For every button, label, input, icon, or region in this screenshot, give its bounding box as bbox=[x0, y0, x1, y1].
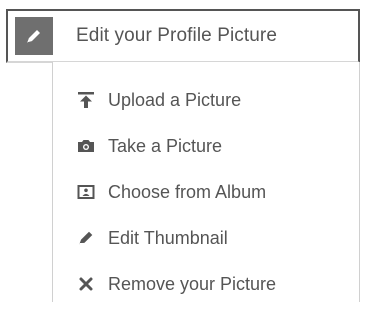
close-icon bbox=[77, 275, 95, 293]
profile-picture-widget: Edit your Profile Picture Upload a Pictu… bbox=[0, 0, 366, 317]
camera-icon bbox=[77, 137, 95, 155]
album-icon bbox=[77, 183, 95, 201]
menu-item-label: Edit Thumbnail bbox=[108, 227, 228, 248]
menu-item-upload-picture[interactable]: Upload a Picture bbox=[53, 78, 359, 122]
menu-item-choose-album[interactable]: Choose from Album bbox=[53, 170, 359, 214]
menu-item-take-picture[interactable]: Take a Picture bbox=[53, 124, 359, 168]
menu-item-label: Take a Picture bbox=[108, 135, 223, 156]
upload-icon bbox=[77, 91, 95, 109]
menu-item-label: Choose from Album bbox=[108, 181, 267, 202]
menu-item-label: Upload a Picture bbox=[108, 89, 242, 110]
edit-profile-picture-label: Edit your Profile Picture bbox=[76, 25, 278, 46]
edit-profile-picture-button[interactable]: Edit your Profile Picture bbox=[6, 9, 360, 63]
pencil-icon bbox=[15, 17, 53, 55]
pencil-icon bbox=[77, 229, 95, 247]
menu-item-label: Remove your Picture bbox=[108, 273, 277, 294]
menu-item-remove-picture[interactable]: Remove your Picture bbox=[53, 262, 359, 306]
profile-picture-menu: Upload a Picture Take a Picture Choose f… bbox=[52, 62, 360, 302]
menu-item-edit-thumbnail[interactable]: Edit Thumbnail bbox=[53, 216, 359, 260]
